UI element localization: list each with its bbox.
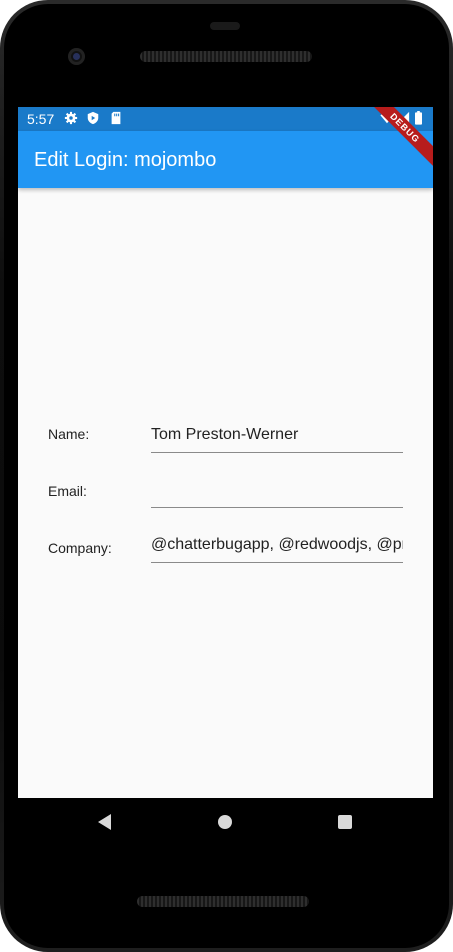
phone-device: 5:57 Edit Login: mojombo DEBUG Name: Tom… — [0, 0, 453, 952]
name-label: Name: — [48, 426, 90, 442]
email-field[interactable] — [151, 477, 403, 508]
status-time: 5:57 — [27, 111, 55, 127]
app-screen: 5:57 Edit Login: mojombo DEBUG Name: Tom… — [18, 107, 433, 798]
back-icon[interactable] — [98, 814, 111, 830]
home-icon[interactable] — [218, 815, 232, 829]
company-field[interactable]: @chatterbugapp, @redwoodjs, @preston — [151, 532, 403, 563]
navigation-bar — [18, 798, 433, 846]
earpiece-speaker — [140, 51, 312, 62]
email-label: Email: — [48, 483, 87, 499]
page-title: Edit Login: mojombo — [34, 149, 217, 171]
name-value: Tom Preston-Werner — [151, 426, 299, 443]
bottom-speaker — [137, 896, 309, 907]
play-protect-icon — [87, 111, 99, 125]
settings-icon — [64, 111, 78, 125]
company-label: Company: — [48, 540, 112, 556]
battery-icon — [415, 111, 422, 125]
proximity-sensor — [210, 22, 240, 30]
company-value: @chatterbugapp, @redwoodjs, @preston — [151, 536, 403, 553]
app-bar: Edit Login: mojombo — [18, 131, 433, 188]
status-bar: 5:57 — [18, 107, 433, 131]
name-field[interactable]: Tom Preston-Werner — [151, 422, 403, 453]
recent-apps-icon[interactable] — [338, 815, 352, 829]
sd-card-icon — [111, 111, 121, 125]
front-camera — [68, 48, 85, 65]
